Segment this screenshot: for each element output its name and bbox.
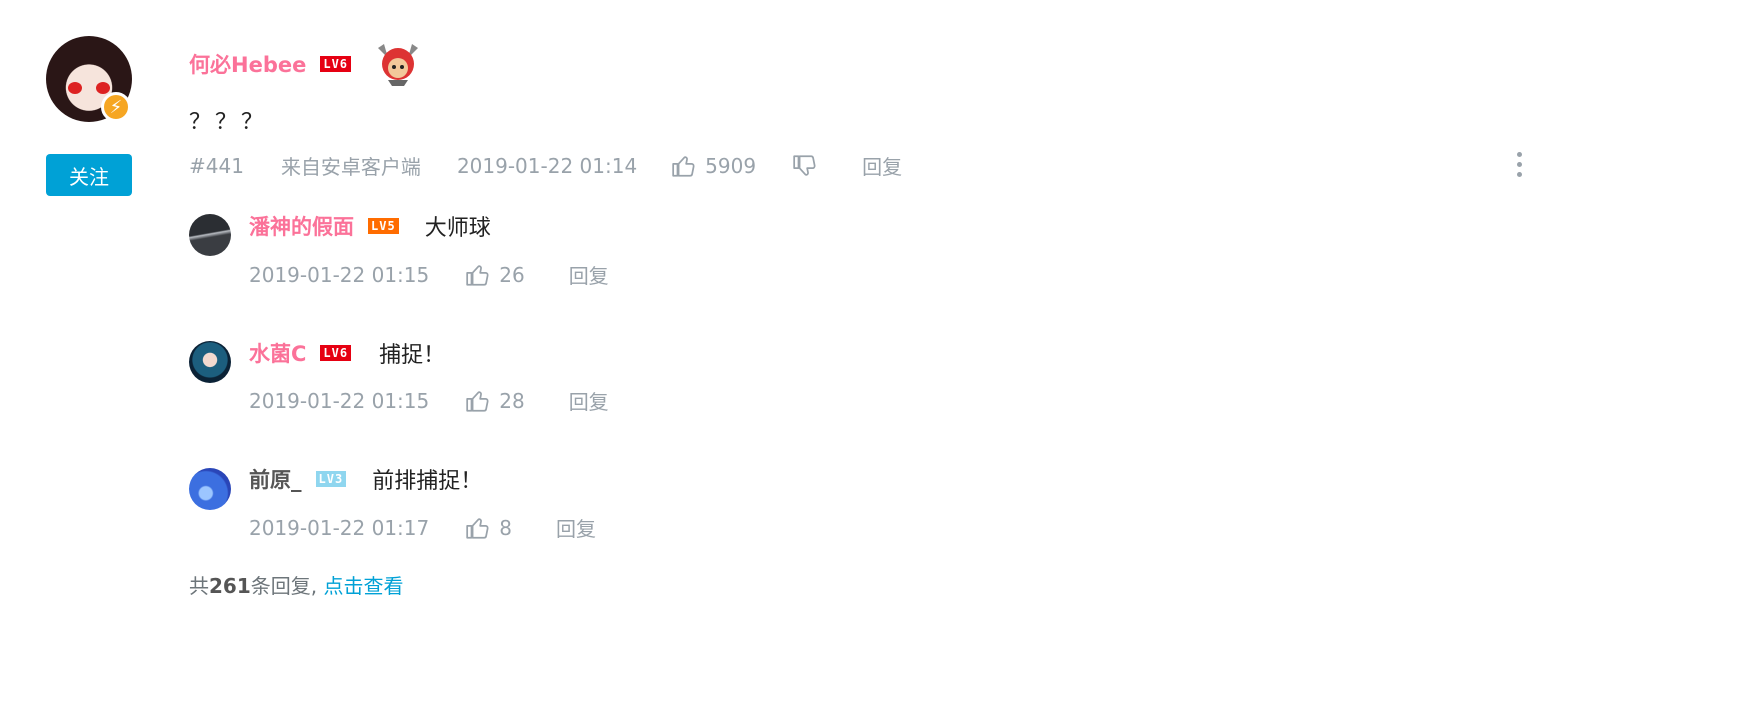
reply-header: 水菌C LV6 捕捉！ <box>249 337 445 369</box>
reply-time: 2019-01-22 01:17 <box>249 515 430 540</box>
reply-meta: 2019-01-22 01:15 26 回复 <box>249 260 609 289</box>
reply-content: 前排捕捉！ <box>372 469 483 494</box>
level-badge: LV6 <box>320 345 352 361</box>
reply-button[interactable]: 回复 <box>556 513 596 542</box>
replies-summary: 共261条回复, 点击查看 <box>189 570 403 599</box>
reply-header: 前原_ LV3 前排捕捉！ <box>249 463 482 495</box>
like-count: 26 <box>499 262 525 287</box>
username[interactable]: 何必Hebee <box>189 49 306 79</box>
thumbs-down-icon[interactable] <box>792 153 818 179</box>
level-badge: LV3 <box>315 471 347 487</box>
reply-button[interactable]: 回复 <box>569 386 609 415</box>
reply-username[interactable]: 潘神的假面 <box>249 211 354 241</box>
reply-button[interactable]: 回复 <box>862 151 902 180</box>
summary-suffix: 条回复, <box>250 574 318 598</box>
thumbs-up-icon <box>466 517 489 539</box>
reply-time: 2019-01-22 01:15 <box>249 262 430 287</box>
reply-meta: 2019-01-22 01:15 28 回复 <box>249 386 609 415</box>
reply-total-count: 261 <box>209 574 251 598</box>
follow-button[interactable]: 关注 <box>46 154 132 196</box>
floor-number: #441 <box>189 153 244 178</box>
reply-time: 2019-01-22 01:15 <box>249 388 430 413</box>
reply-header: 潘神的假面 LV5 大师球 <box>249 210 491 242</box>
thumbs-up-icon <box>466 390 489 412</box>
level-badge: LV6 <box>320 56 352 72</box>
like-count: 8 <box>499 515 512 540</box>
like-count: 5909 <box>705 153 757 178</box>
thumbs-up-icon <box>672 155 695 177</box>
like-button[interactable]: 28 <box>465 388 525 414</box>
comment-content: ？？？ <box>189 110 268 135</box>
reply-meta: 2019-01-22 01:17 8 回复 <box>249 513 596 542</box>
like-button[interactable]: 5909 <box>671 153 756 179</box>
pendant-icon <box>378 44 418 86</box>
avatar-eye-left <box>68 82 82 94</box>
like-button[interactable]: 8 <box>465 515 512 541</box>
reply-content: 大师球 <box>424 216 491 241</box>
comment-time: 2019-01-22 01:14 <box>456 153 638 178</box>
thumbs-up-icon <box>466 264 489 286</box>
like-count: 28 <box>499 388 525 413</box>
client-source: 来自安卓客户端 <box>280 155 421 179</box>
level-badge: LV5 <box>368 218 399 234</box>
like-button[interactable]: 26 <box>465 262 525 288</box>
reply-username[interactable]: 水菌C <box>249 338 306 368</box>
reply-avatar[interactable] <box>189 214 231 256</box>
more-vertical-icon[interactable] <box>1514 152 1524 180</box>
comment-header: 何必Hebee LV6 <box>189 49 352 79</box>
reply-button[interactable]: 回复 <box>569 260 609 289</box>
comment-meta: #441 来自安卓客户端 2019-01-22 01:14 5909 回复 <box>189 151 902 180</box>
reply-avatar[interactable] <box>189 468 231 510</box>
reply-avatar[interactable] <box>189 341 231 383</box>
reply-username[interactable]: 前原_ <box>249 464 302 494</box>
summary-prefix: 共 <box>189 574 209 598</box>
view-all-replies-link[interactable]: 点击查看 <box>323 574 403 598</box>
avatar-eye-right <box>96 82 110 94</box>
reply-content: 捕捉！ <box>379 343 446 368</box>
lightning-icon: ⚡ <box>101 92 131 122</box>
